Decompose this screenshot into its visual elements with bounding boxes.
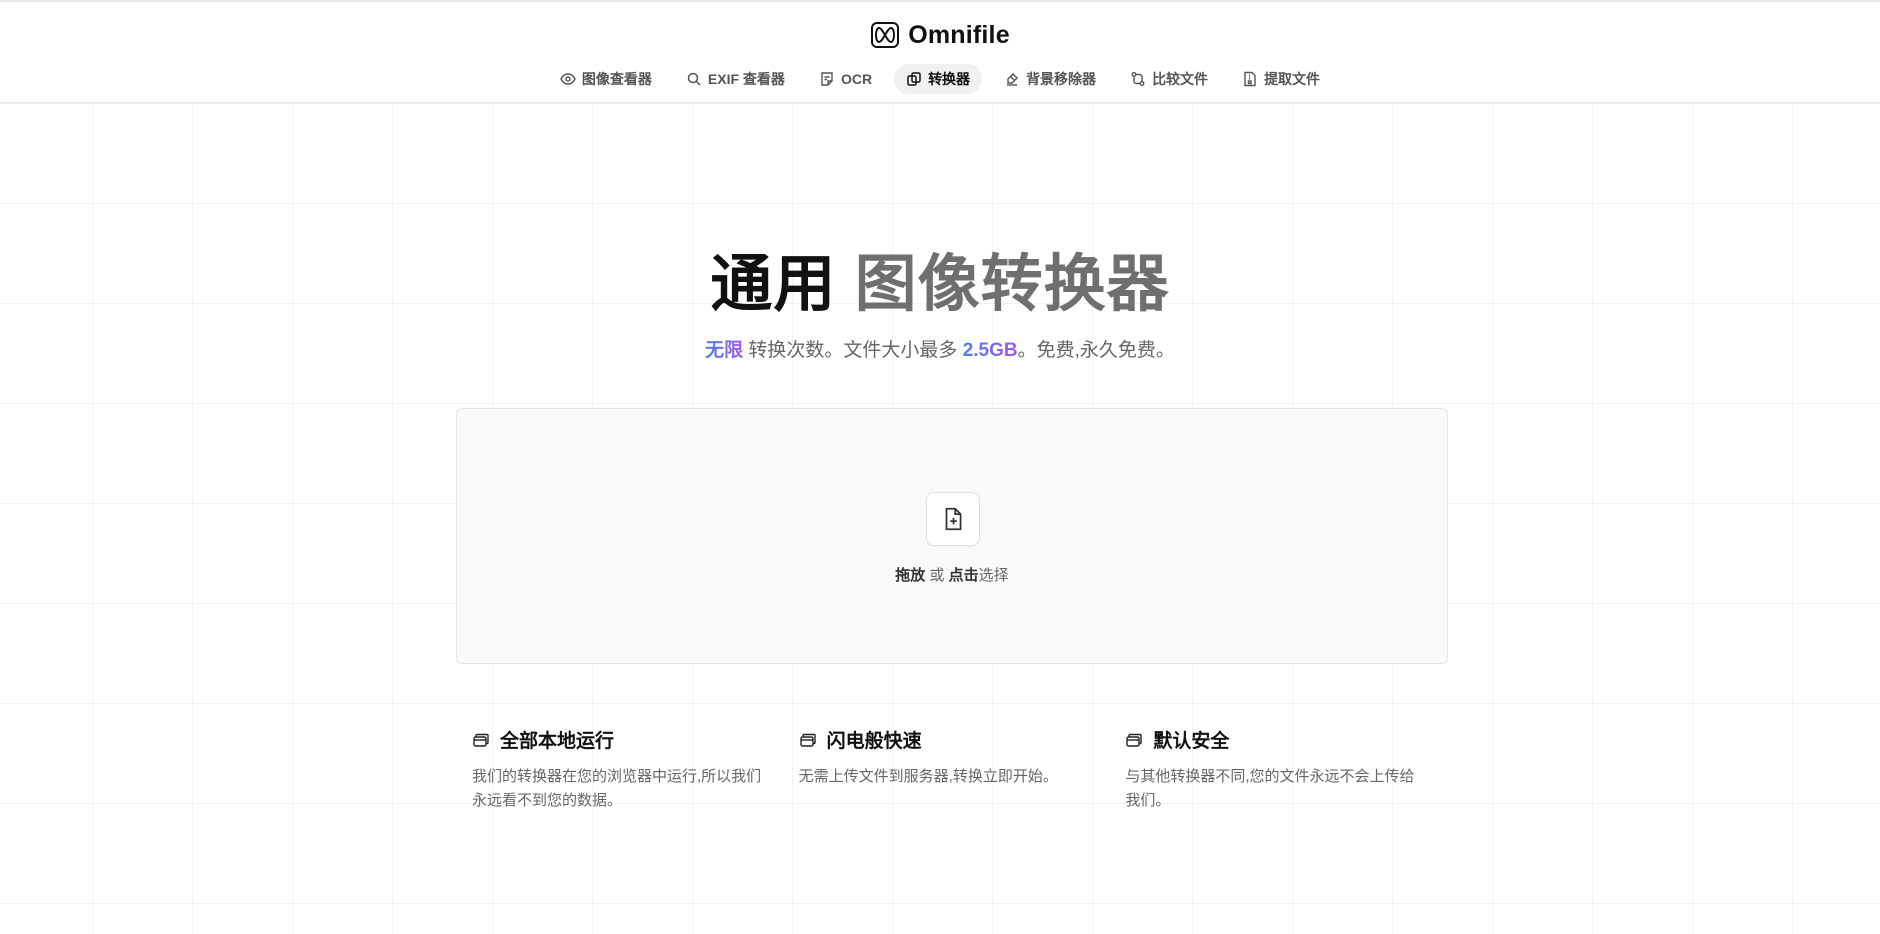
cards-icon — [799, 733, 816, 747]
convert-icon — [907, 72, 921, 86]
nav-label: 背景移除器 — [1026, 71, 1097, 87]
infinity-logo-icon — [870, 20, 900, 50]
nav-label: 图像查看器 — [581, 71, 652, 87]
file-archive-icon — [1244, 71, 1256, 87]
git-compare-icon — [1131, 72, 1145, 86]
nav-label: EXIF 查看器 — [707, 71, 785, 87]
click-label: 点击 — [948, 567, 979, 584]
sub-text-2: 。免费,永久免费。 — [1017, 340, 1175, 361]
nav-label: 转换器 — [928, 71, 971, 87]
feature-title: 闪电般快速 — [826, 731, 922, 752]
nav-compare-files[interactable]: 比较文件 — [1118, 64, 1220, 94]
main-content: 通用 图像转换器 无限 转换次数。文件大小最多 2.5GB。免费,永久免费。 拖… — [0, 103, 1880, 934]
sub-highlight-size: 2.5GB — [962, 340, 1018, 361]
feature-title: 全部本地运行 — [500, 731, 615, 752]
nav-ocr[interactable]: OCR — [807, 64, 884, 94]
drag-label: 拖放 — [895, 567, 926, 584]
main-nav: 图像查看器 EXIF 查看器 OCR 转换器 背景移除器 比较文件 提取文件 — [0, 64, 1880, 94]
nav-label: 提取文件 — [1264, 71, 1321, 87]
search-icon — [687, 72, 701, 86]
title-main: 通用 — [710, 250, 837, 319]
sub-highlight-unlimited: 无限 — [705, 340, 744, 361]
file-plus-icon — [926, 492, 980, 546]
feature-secure: 默认安全 与其他转换器不同,您的文件永远不会上传给我们。 — [1125, 726, 1452, 813]
nav-label: OCR — [840, 71, 873, 87]
feature-fast: 闪电般快速 无需上传文件到服务器,转换立即开始。 — [799, 726, 1126, 813]
nav-label: 比较文件 — [1152, 71, 1209, 87]
note-icon — [821, 72, 833, 86]
dropzone-instruction: 拖放 或 点击选择 — [457, 564, 1447, 585]
brand[interactable]: Omnifile — [0, 20, 1880, 50]
eye-icon — [560, 73, 576, 85]
brand-name: Omnifile — [908, 20, 1010, 49]
title-accent: 图像转换器 — [854, 250, 1170, 319]
feature-local: 全部本地运行 我们的转换器在您的浏览器中运行,所以我们永远看不到您的数据。 — [472, 726, 799, 813]
top-header: Omnifile 图像查看器 EXIF 查看器 OCR 转换器 背景移除器 比较… — [0, 0, 1880, 103]
nav-image-viewer[interactable]: 图像查看器 — [548, 64, 664, 94]
or-label: 或 — [925, 567, 949, 584]
cards-icon — [1126, 733, 1143, 747]
page-title: 通用 图像转换器 — [0, 233, 1880, 323]
feature-desc: 无需上传文件到服务器,转换立即开始。 — [798, 768, 1058, 785]
file-dropzone[interactable]: 拖放 或 点击选择 — [456, 408, 1448, 664]
nav-extract-files[interactable]: 提取文件 — [1230, 64, 1332, 94]
nav-converter[interactable]: 转换器 — [894, 64, 983, 94]
page-subtitle: 无限 转换次数。文件大小最多 2.5GB。免费,永久免费。 — [0, 335, 1880, 362]
feature-title: 默认安全 — [1153, 731, 1230, 752]
feature-desc: 与其他转换器不同,您的文件永远不会上传给我们。 — [1125, 768, 1415, 809]
sub-text-1: 转换次数。文件大小最多 — [743, 340, 963, 361]
nav-background-remover[interactable]: 背景移除器 — [992, 64, 1108, 94]
select-label: 选择 — [978, 567, 1009, 584]
cards-icon — [473, 733, 489, 747]
nav-exif-viewer[interactable]: EXIF 查看器 — [674, 64, 797, 94]
feature-desc: 我们的转换器在您的浏览器中运行,所以我们永远看不到您的数据。 — [472, 768, 762, 809]
feature-list: 全部本地运行 我们的转换器在您的浏览器中运行,所以我们永远看不到您的数据。 闪电… — [472, 726, 1452, 813]
eraser-icon — [1007, 73, 1019, 86]
